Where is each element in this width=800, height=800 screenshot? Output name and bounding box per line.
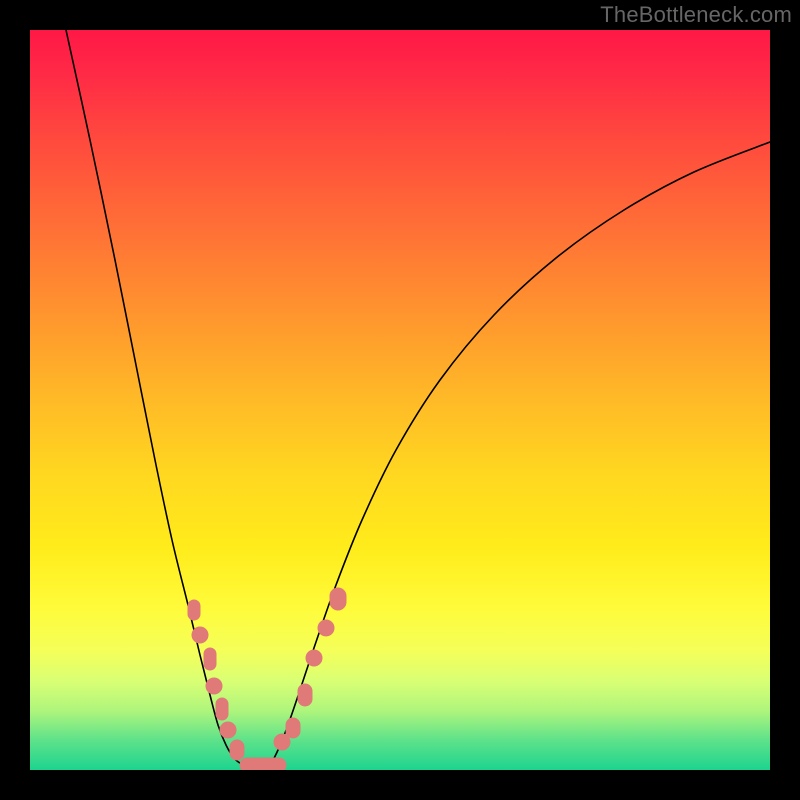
data-marker xyxy=(318,620,334,636)
data-marker xyxy=(188,600,200,620)
watermark-text: TheBottleneck.com xyxy=(600,2,792,28)
curve-right-branch xyxy=(264,142,770,770)
data-marker xyxy=(330,588,346,610)
chart-frame: TheBottleneck.com xyxy=(0,0,800,800)
curve-left-branch xyxy=(66,30,264,770)
plot-area xyxy=(30,30,770,770)
data-marker xyxy=(204,648,216,670)
data-marker xyxy=(306,650,322,666)
data-markers xyxy=(188,588,346,770)
data-marker xyxy=(286,718,300,738)
data-marker xyxy=(192,627,208,643)
data-marker xyxy=(220,722,236,738)
data-marker xyxy=(274,734,290,750)
data-marker xyxy=(216,698,228,720)
data-marker xyxy=(206,678,222,694)
chart-svg xyxy=(30,30,770,770)
data-marker xyxy=(240,758,286,770)
data-marker xyxy=(298,684,312,706)
data-marker xyxy=(230,740,244,760)
